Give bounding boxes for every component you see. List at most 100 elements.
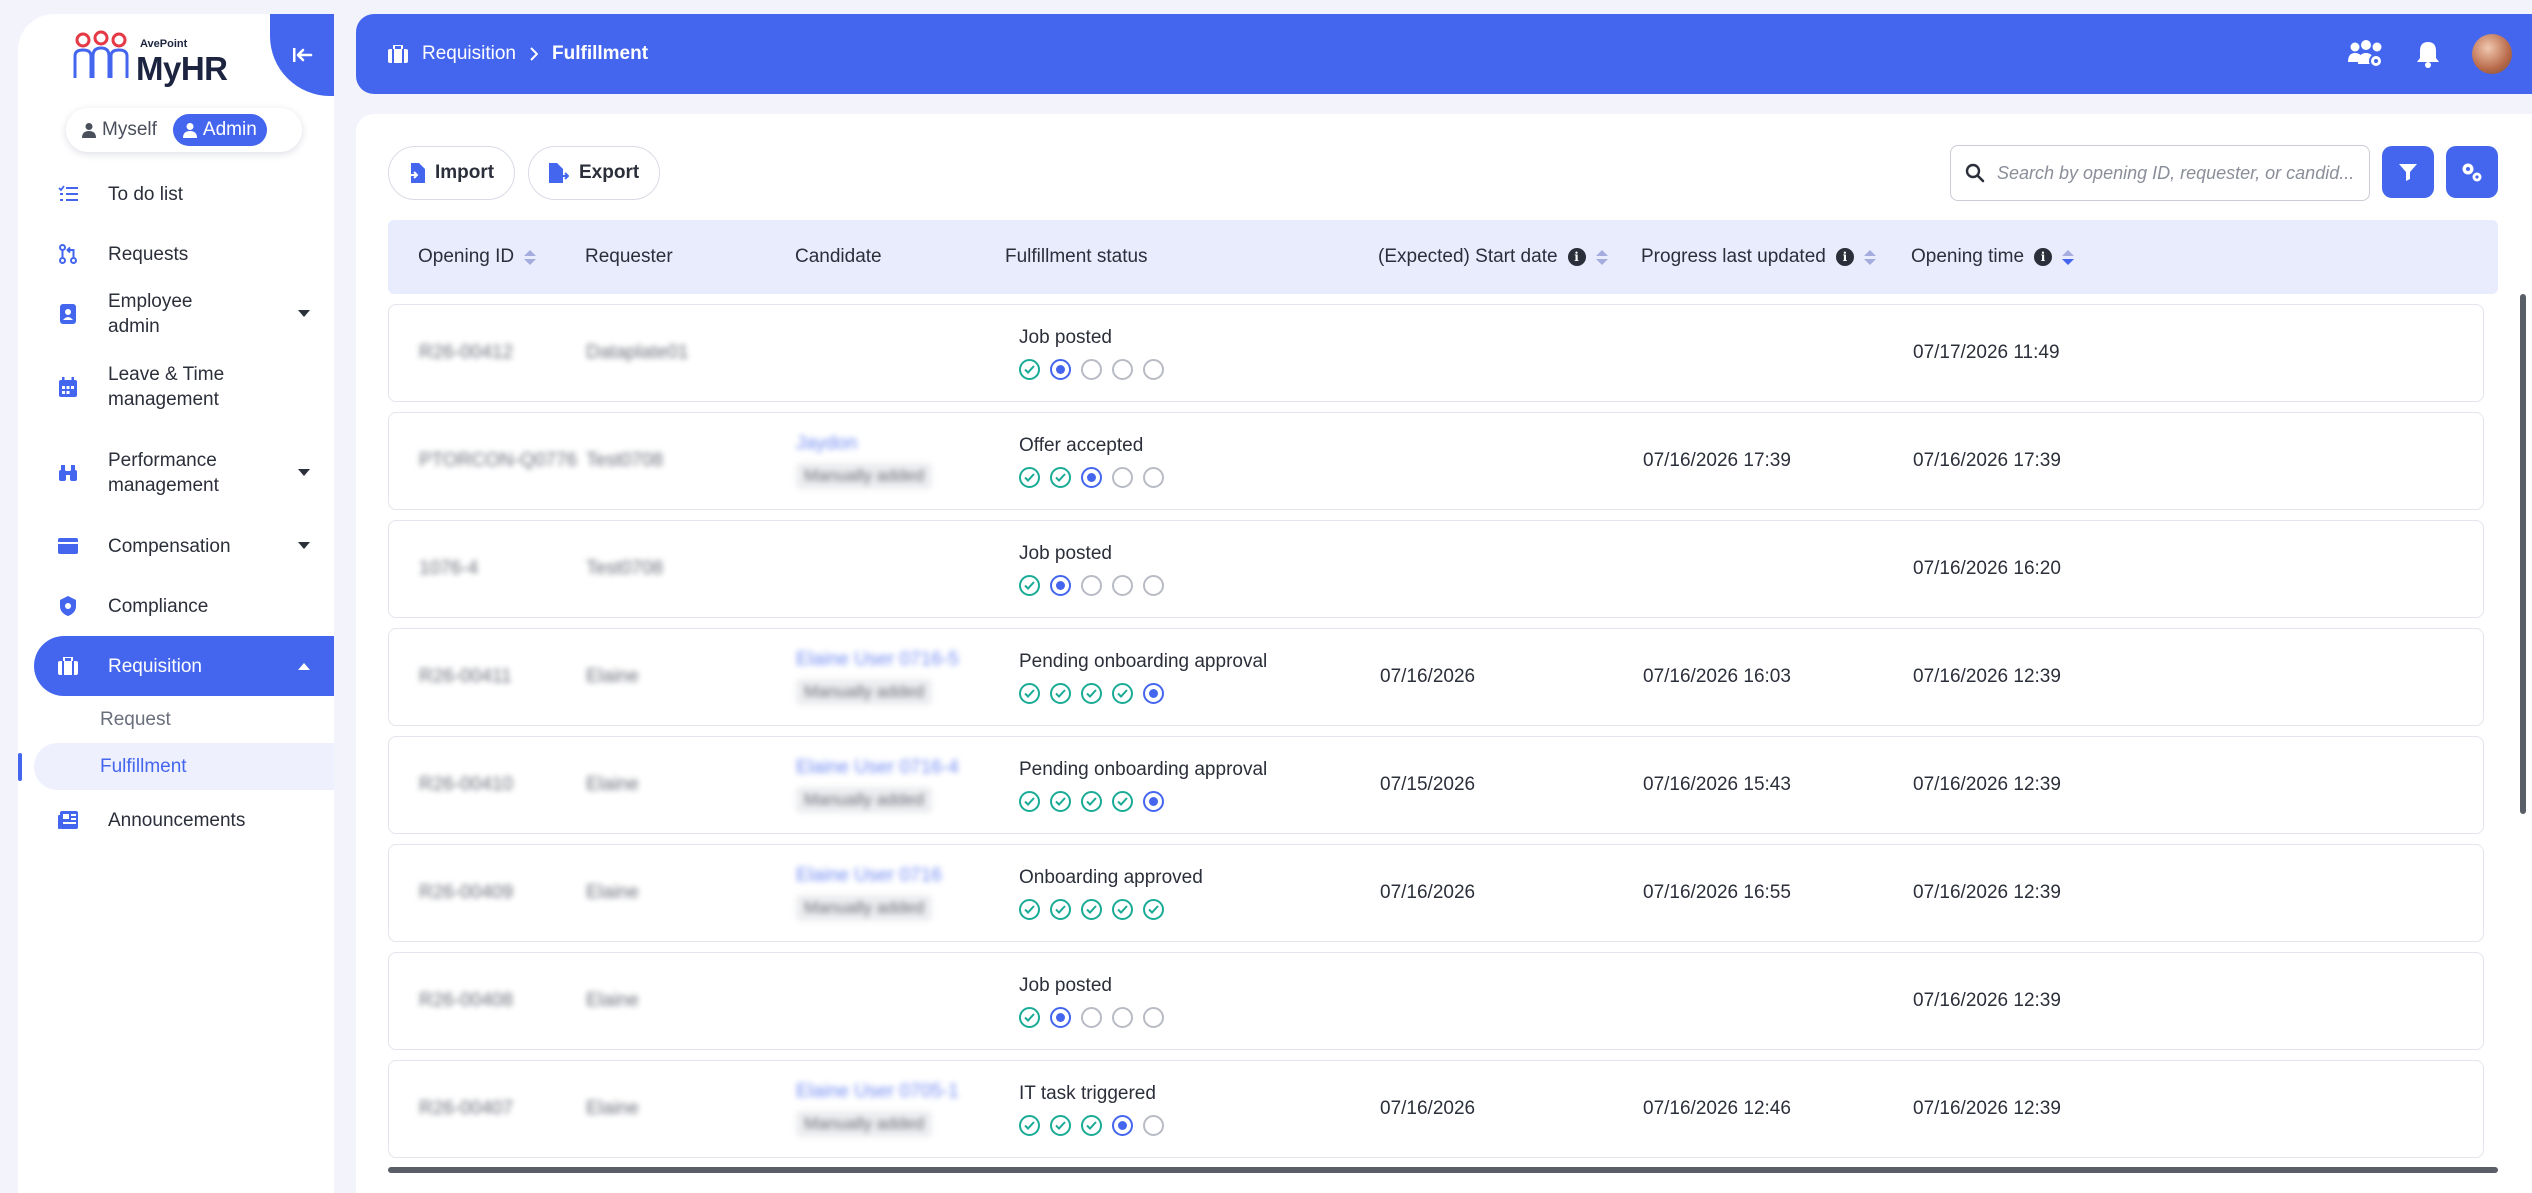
opening-id-cell: R26-00410 [419,774,514,795]
sidebar-item-label: Compliance [108,595,209,617]
table-row[interactable]: R26-00412 Dataplate01 07/17/2026 11:49 Job … [388,304,2484,402]
requester-cell: Dataplate01 [586,342,689,363]
role-admin-option[interactable]: Admin [172,114,267,146]
status-label: Job posted [1019,974,1112,996]
sort-icon[interactable] [1863,249,1876,265]
candidate-link[interactable]: Jaydon [796,433,857,455]
candidate-link[interactable]: Elaine User 0705-1 [796,1081,959,1103]
requester-cell: Test0708 [586,558,664,579]
column-title: Progress last updated [1641,246,1826,267]
sidebar-item-compliance[interactable]: Compliance [18,576,334,636]
sidebar-item-announcements[interactable]: Announcements [18,790,334,850]
code-pull-request-icon [54,244,82,264]
role-admin-label: Admin [202,119,257,140]
step-complete-icon [1050,466,1071,488]
horizontal-scrollbar[interactable] [388,1167,2498,1173]
table-row[interactable]: PTORCON-Q0776 Test0708 07/16/2026 17:39 07/… [388,412,2484,510]
shield-gear-icon [54,596,82,616]
opening-id-cell: R26-00411 [419,666,512,687]
sidebar-item-label: Performance management [108,450,219,496]
column-header-fulfillment-status: Fulfillment status [1005,220,1148,294]
role-myself-option[interactable]: Myself [72,114,167,146]
column-header-start-date[interactable]: (Expected) Start date i [1378,220,1608,294]
column-title: Opening time [1911,246,2025,267]
caret-down-icon [298,310,310,317]
sidebar-subitem-fulfillment[interactable]: Fulfillment [18,743,334,790]
opening-time-cell: 07/16/2026 17:39 [1913,450,2061,471]
start-date-cell: 07/16/2026 [1380,882,1476,903]
candidate-link[interactable]: Elaine User 0716 [796,865,942,887]
step-current-icon [1050,1006,1071,1028]
sidebar-item-label: Employee admin [108,291,193,337]
column-settings-button[interactable] [2446,146,2498,198]
import-label: Import [435,162,495,183]
sidebar-item-compensation[interactable]: Compensation [18,516,334,576]
table-row[interactable]: R26-00410 Elaine 07/16/2026 15:43 07/15/202… [388,736,2484,834]
vertical-scrollbar[interactable] [2520,294,2526,814]
users-gear-icon[interactable] [2348,40,2384,68]
filter-icon [2399,164,2417,181]
table-row[interactable]: R26-00411 Elaine 07/16/2026 16:03 07/16/202… [388,628,2484,726]
sort-icon[interactable] [1595,249,1608,265]
sidebar-item-to-do-list[interactable]: To do list [18,164,334,224]
file-export-icon [549,163,569,183]
briefcase-icon [388,45,408,63]
sidebar-item-requisition[interactable]: Requisition [34,636,334,696]
info-icon[interactable]: i [1567,248,1586,266]
step-pending-icon [1143,574,1164,596]
top-header: Requisition Fulfillment [356,14,2532,94]
table-row[interactable]: R26-00409 Elaine 07/16/2026 16:55 07/16/202… [388,844,2484,942]
sort-icon[interactable] [524,249,537,265]
sidebar-item-performance-management[interactable]: Performance management [18,430,334,516]
requester-cell: Elaine [586,666,639,687]
export-button[interactable]: Export [528,146,661,200]
import-button[interactable]: Import [388,146,516,200]
caret-up-icon [298,663,310,670]
bell-icon[interactable] [2416,40,2440,68]
status-stepper [1019,1114,1164,1136]
column-header-progress-last-updated[interactable]: Progress last updated i [1641,220,1876,294]
column-header-opening-id[interactable]: Opening ID [418,220,537,294]
start-date-cell: 07/16/2026 [1380,1098,1476,1119]
step-complete-icon [1019,790,1040,812]
fulfillment-status-cell: IT task triggered [1019,1061,1164,1157]
sidebar-subitem-request[interactable]: Request [18,696,334,743]
myhr-logo-icon [73,30,129,78]
candidate-source-tag: Manually added [796,895,933,921]
user-avatar[interactable] [2472,34,2512,74]
gears-icon [2462,163,2482,182]
opening-time-cell: 07/16/2026 12:39 [1913,1098,2061,1119]
search-input[interactable] [1997,162,2357,184]
step-complete-icon [1019,682,1040,704]
step-pending-icon [1081,358,1102,380]
candidate-source-tag: Manually added [796,463,933,489]
sidebar-item-label: Requisition [108,655,202,677]
search-box [1950,145,2370,201]
briefcase-icon [54,657,82,675]
info-icon[interactable]: i [1835,248,1854,266]
breadcrumb-requisition-link[interactable]: Requisition [422,43,516,65]
opening-time-cell: 07/17/2026 11:49 [1913,342,2060,363]
sidebar-item-requests[interactable]: Requests [18,224,334,284]
collapse-sidebar-button[interactable] [270,14,334,96]
table-row[interactable]: R26-00407 Elaine 07/16/2026 12:46 07/16/202… [388,1060,2484,1158]
sidebar-item-label: Compensation [108,535,231,557]
table-row[interactable]: 1076-4 Test0708 07/16/2026 16:20 Job posted [388,520,2484,618]
candidate-link[interactable]: Elaine User 0716-4 [796,757,959,779]
filter-button[interactable] [2382,146,2434,198]
sidebar-item-label: Requests [108,243,189,265]
progress-updated-cell: 07/16/2026 16:03 [1643,666,1791,687]
status-stepper [1019,790,1164,812]
step-complete-icon [1050,790,1071,812]
table-row[interactable]: R26-00408 Elaine 07/16/2026 12:39 Job poste… [388,952,2484,1050]
step-complete-icon [1112,898,1133,920]
column-header-opening-time[interactable]: Opening time i [1911,220,2075,294]
sidebar-item-leave-time-management[interactable]: Leave & Time management [18,344,334,430]
fulfillment-status-cell: Job posted [1019,305,1164,401]
file-import-icon [409,163,425,183]
step-current-icon [1143,790,1164,812]
sidebar-item-employee-admin[interactable]: Employee admin [18,284,334,344]
sort-icon[interactable] [2062,249,2075,265]
candidate-link[interactable]: Elaine User 0716-5 [796,649,959,671]
info-icon[interactable]: i [2034,248,2053,266]
